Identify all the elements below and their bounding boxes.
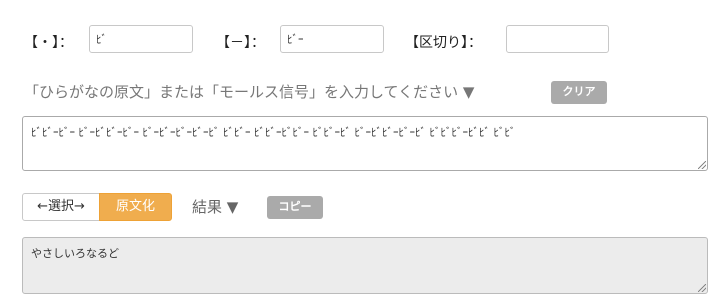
dash-symbol-label: 【－】： <box>216 35 265 51</box>
dash-symbol-input[interactable] <box>280 25 384 53</box>
copy-button[interactable]: コピー <box>267 196 323 219</box>
input-textarea[interactable]: ﾋﾞﾋﾞｰﾋﾞｰ ﾋﾞｰﾋﾞﾋﾞｰﾋﾞｰ ﾋﾞｰﾋﾞｰﾋﾞｰﾋﾞｰﾋﾞ ﾋﾞﾋﾞ… <box>22 116 708 171</box>
result-textarea-wrap: やさしいろなるど <box>22 237 708 294</box>
resize-grip-icon[interactable] <box>698 284 706 292</box>
input-hint: 「ひらがなの原文」または「モールス信号」を入力してください ▼ <box>24 83 475 101</box>
separator-label: 【区切り】： <box>405 35 482 51</box>
resize-grip-icon[interactable] <box>698 161 706 169</box>
dot-symbol-label: 【・】： <box>24 35 73 51</box>
dot-symbol-input[interactable] <box>89 25 193 53</box>
select-direction-label: ←選択→ <box>22 193 100 221</box>
result-label: 結果 ▼ <box>192 198 239 216</box>
clear-button[interactable]: クリア <box>551 81 607 104</box>
separator-input[interactable] <box>506 25 609 53</box>
result-textarea[interactable]: やさしいろなるど <box>22 237 708 294</box>
input-textarea-wrap: ﾋﾞﾋﾞｰﾋﾞｰ ﾋﾞｰﾋﾞﾋﾞｰﾋﾞｰ ﾋﾞｰﾋﾞｰﾋﾞｰﾋﾞｰﾋﾞ ﾋﾞﾋﾞ… <box>22 116 708 171</box>
convert-to-text-button[interactable]: 原文化 <box>99 193 172 221</box>
